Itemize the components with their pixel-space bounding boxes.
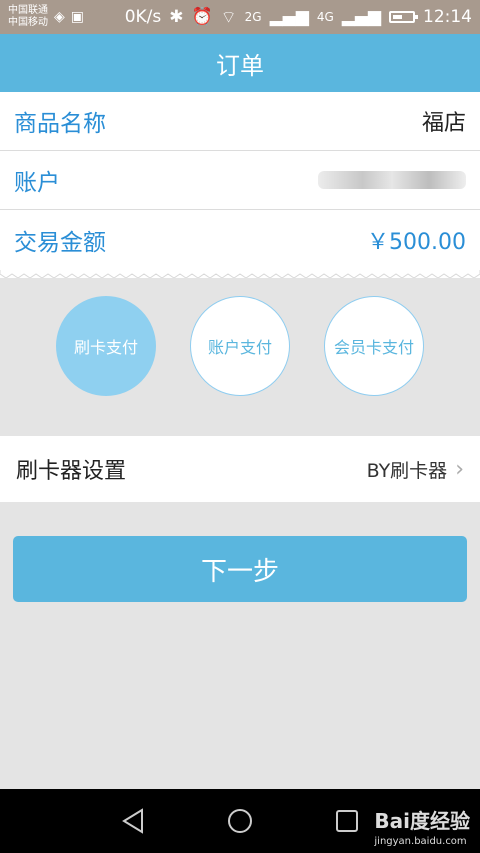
back-icon[interactable] — [120, 807, 146, 835]
signal-icon-1: ▂▄▆ — [269, 7, 309, 27]
recents-icon[interactable] — [334, 807, 360, 835]
network-speed: 0K/s — [124, 7, 162, 27]
watermark-logo: Bai度经验 — [374, 809, 470, 833]
battery-icon — [389, 11, 418, 23]
pay-member-card-label: 会员卡支付 — [333, 338, 414, 357]
bluetooth-icon: ✱ — [169, 7, 184, 27]
chevron-right-icon: › — [455, 456, 464, 482]
notification-icon: ◈ — [54, 9, 65, 25]
order-card: 商品名称 福店 账户 交易金额 ￥500.00 — [0, 92, 480, 278]
card-reader-settings-label: 刷卡器设置 — [16, 459, 127, 484]
carrier-info: 中国联通 中国移动 — [8, 5, 48, 29]
wifi-icon: ⌔ — [220, 7, 237, 28]
carrier-1: 中国联通 — [8, 5, 48, 16]
clock: 12:14 — [423, 7, 472, 27]
amount-row: 交易金额 ￥500.00 — [0, 210, 480, 270]
pay-account-label: 账户支付 — [207, 338, 272, 357]
baidu-watermark: Bai度经验 jingyan.baidu.com — [374, 805, 470, 847]
pay-member-card-button[interactable]: 会员卡支付 — [324, 296, 424, 396]
product-row: 商品名称 福店 — [0, 92, 480, 151]
carrier-2: 中国移动 — [8, 17, 48, 28]
amount-value: ￥500.00 — [367, 230, 466, 255]
alarm-icon: ⏰ — [191, 7, 213, 27]
payment-methods: 刷卡支付 账户支付 会员卡支付 — [0, 296, 480, 400]
status-bar: 中国联通 中国移动 ◈ ▣ 0K/s ✱ ⏰ ⌔ 2G ▂▄▆ 4G ▂▄▆ 1… — [0, 0, 480, 34]
signal-2-label: 4G — [316, 10, 334, 24]
signal-1-label: 2G — [244, 10, 262, 24]
next-step-button[interactable]: 下一步 — [13, 536, 467, 602]
card-reader-value: BY刷卡器 — [366, 459, 448, 482]
receipt-zigzag-edge — [0, 270, 480, 278]
account-label: 账户 — [14, 170, 60, 196]
page-title: 订单 — [216, 51, 264, 80]
account-value-redacted — [318, 171, 466, 189]
card-reader-settings-row[interactable]: 刷卡器设置 BY刷卡器 › — [0, 436, 480, 502]
amount-label: 交易金额 — [14, 230, 106, 256]
watermark-url: jingyan.baidu.com — [374, 836, 467, 847]
signal-icon-2: ▂▄▆ — [341, 7, 381, 27]
home-icon[interactable] — [226, 807, 254, 835]
product-label: 商品名称 — [14, 111, 106, 137]
card-reader-selector[interactable]: BY刷卡器 › — [367, 456, 464, 483]
pay-account-button[interactable]: 账户支付 — [190, 296, 290, 396]
pay-card-button[interactable]: 刷卡支付 — [56, 296, 156, 396]
status-right: 0K/s ✱ ⏰ ⌔ 2G ▂▄▆ 4G ▂▄▆ 12:14 — [125, 7, 472, 28]
pay-card-label: 刷卡支付 — [73, 338, 138, 357]
title-bar: 订单 — [0, 34, 480, 92]
navigation-bar: Bai度经验 jingyan.baidu.com — [0, 789, 480, 853]
image-icon: ▣ — [70, 9, 85, 25]
product-value: 福店 — [421, 111, 466, 136]
account-row: 账户 — [0, 151, 480, 210]
